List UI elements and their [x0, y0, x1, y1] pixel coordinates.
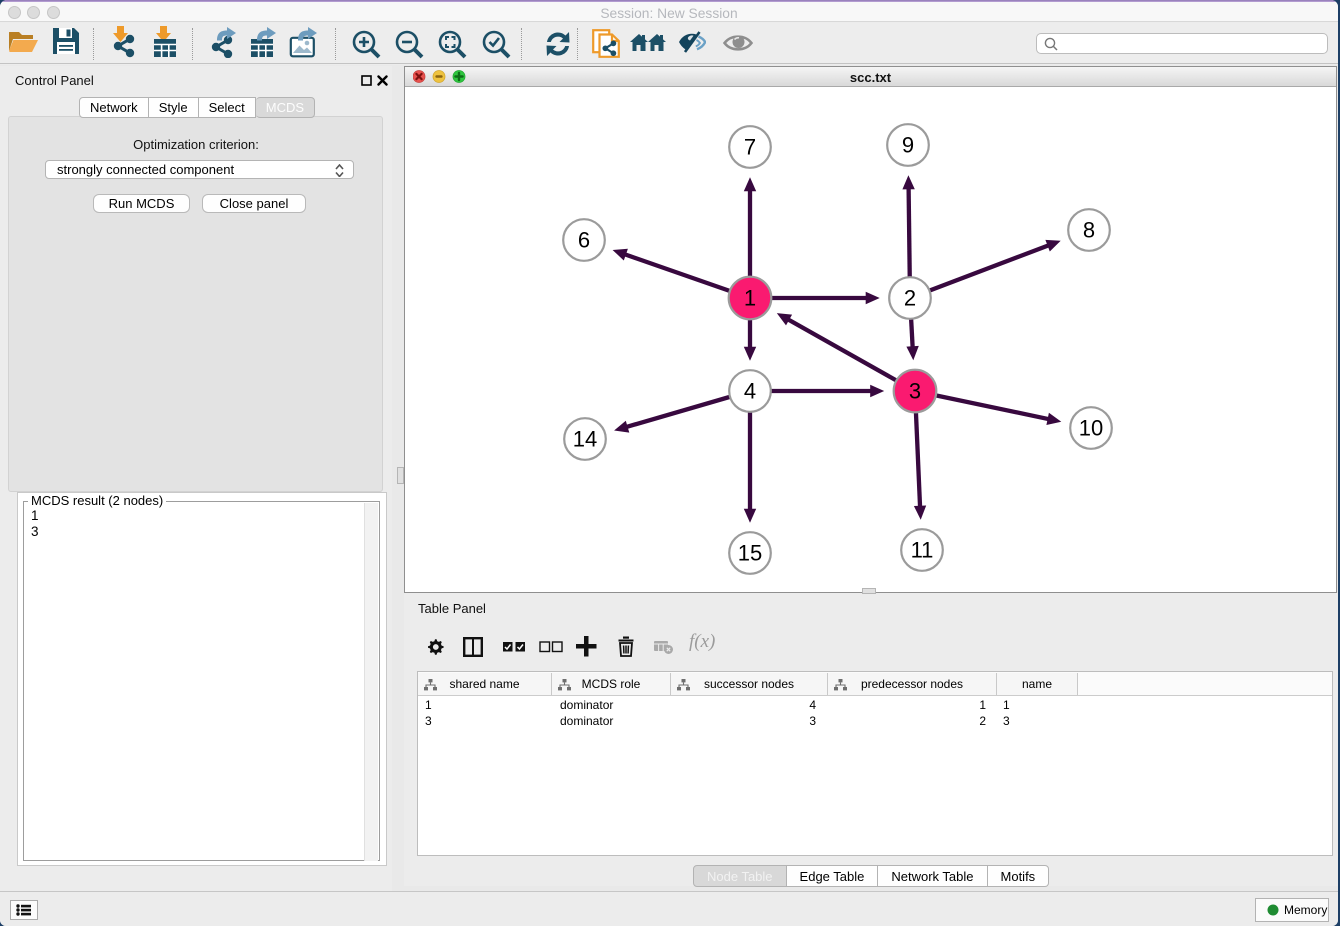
svg-text:3: 3	[909, 379, 921, 404]
svg-text:11: 11	[911, 538, 934, 563]
svg-text:10: 10	[1079, 416, 1103, 441]
svg-text:2: 2	[904, 286, 916, 311]
svg-text:1: 1	[744, 286, 756, 311]
svg-text:8: 8	[1083, 218, 1095, 243]
svg-text:4: 4	[744, 379, 756, 404]
svg-text:6: 6	[578, 228, 590, 253]
svg-text:9: 9	[902, 133, 914, 158]
svg-text:15: 15	[738, 541, 762, 566]
svg-text:14: 14	[573, 427, 597, 452]
svg-text:7: 7	[744, 135, 756, 160]
